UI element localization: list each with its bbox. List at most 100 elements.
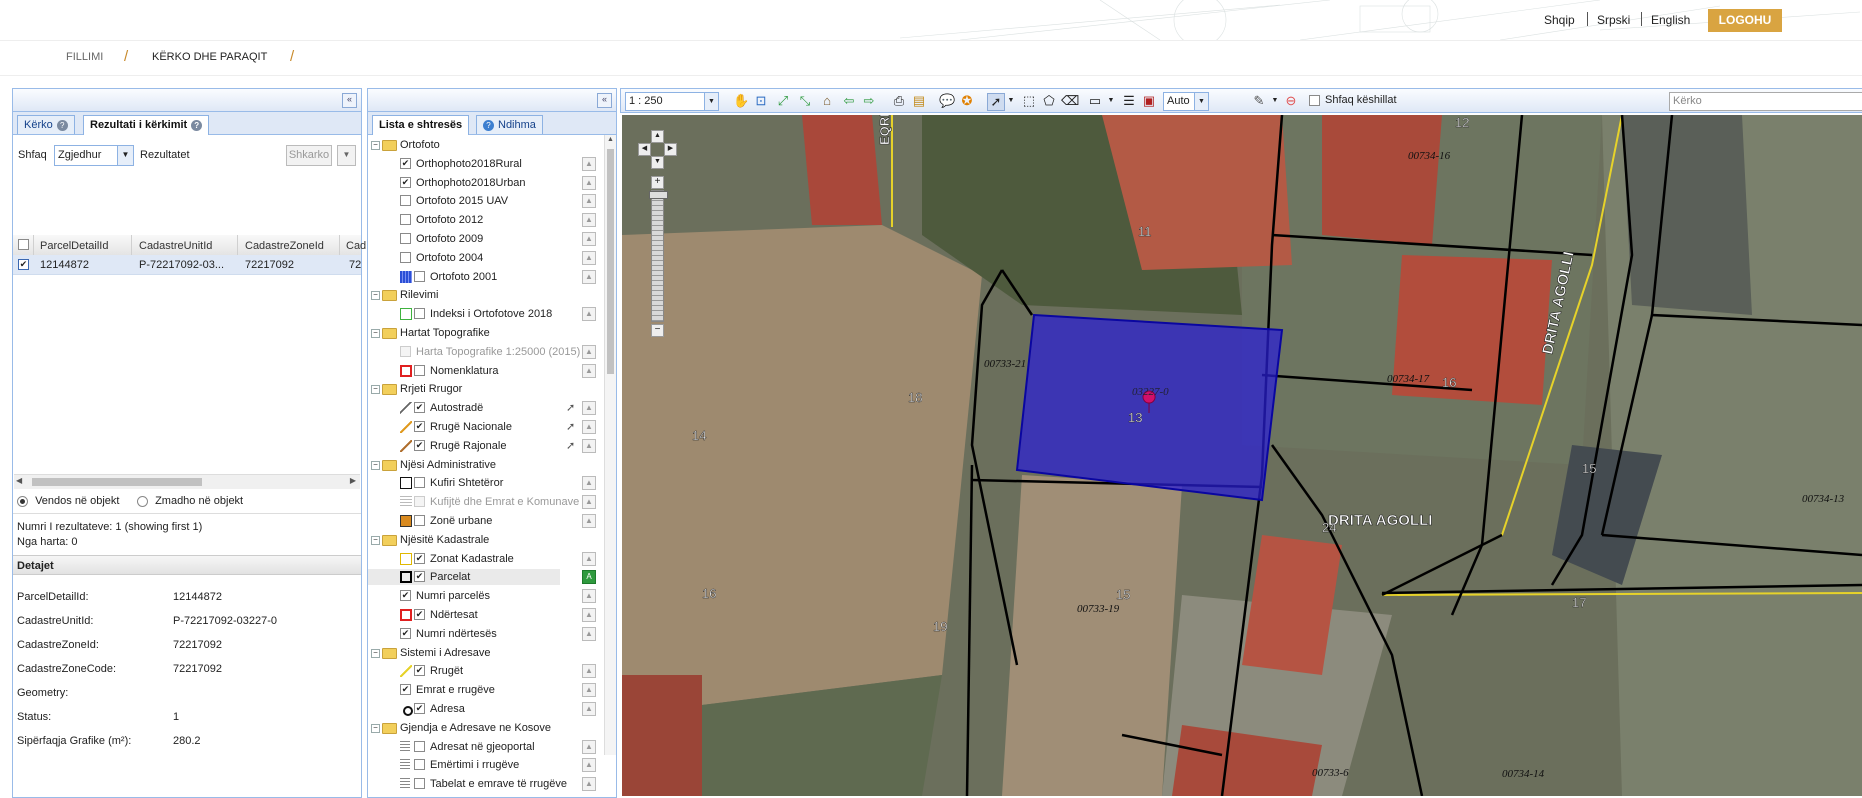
vertical-scrollbar[interactable]: ▲ [604,135,616,755]
tab-help[interactable]: ? Ndihma [476,115,543,134]
layer-transparency-button[interactable]: ▲ [582,626,596,641]
show-tips-checkbox[interactable] [1309,95,1320,106]
collapse-toggle-icon[interactable]: − [371,385,380,395]
layer-checkbox[interactable] [414,402,425,414]
export-icon[interactable]: ▤ [911,93,927,109]
breadcrumb-home[interactable]: FILLIMI [66,51,103,63]
collapse-layers-button[interactable]: « [597,93,612,108]
lang-shqip[interactable]: Shqip [1544,13,1575,27]
chevron-down-icon[interactable]: ▼ [1103,93,1119,109]
forward-arrow-icon[interactable]: ⇨ [861,93,877,109]
print-icon[interactable]: ⎙ [891,93,907,109]
layer-transparency-button[interactable]: ▲ [582,175,596,190]
zoom-box-icon[interactable]: ⊡ [753,93,769,109]
pan-hand-icon[interactable]: ✋ [733,93,749,109]
pen-icon[interactable]: ✎ [1251,93,1267,109]
map-svg[interactable]: EQREM DRITA AGOLLI DRITA AGOLLI 00733-21… [622,115,1862,796]
layer-transparency-button[interactable]: ▲ [582,401,596,416]
layer-checkbox[interactable] [414,364,425,376]
scroll-right-icon[interactable]: ▶ [350,476,356,485]
layer-item[interactable]: Ndërtesat ▲ [368,607,596,623]
layer-item[interactable]: Rrugët ▲ [368,663,596,679]
layer-transparency-button[interactable]: ▲ [582,777,596,792]
collapse-toggle-icon[interactable]: − [371,648,380,658]
layer-checkbox[interactable] [414,609,425,620]
layer-item[interactable]: Ortofoto 2009 ▲ [368,231,596,247]
column-header[interactable]: ParcelDetailId [40,240,108,252]
layer-item[interactable]: Zonë urbane ▲ [368,513,596,529]
layer-item[interactable]: Ortofoto 2015 UAV ▲ [368,193,596,209]
scrollbar-thumb[interactable] [32,478,202,486]
collapse-toggle-icon[interactable]: − [371,460,380,470]
home-icon[interactable]: ⌂ [819,93,835,109]
select-polygon-icon[interactable]: ⬠ [1041,93,1057,109]
logout-button[interactable]: LOGOHU [1708,9,1782,32]
collapse-left-button[interactable]: « [342,93,357,108]
layer-group[interactable]: − Njësitë Kadastrale [368,532,560,548]
layer-transparency-button[interactable]: ▲ [582,213,596,228]
scale-select[interactable]: 1 : 250 ▼ [625,92,719,111]
collapse-toggle-icon[interactable]: − [371,723,380,733]
layer-item[interactable]: Ortofoto 2004 ▲ [368,250,596,266]
layer-transparency-button[interactable]: ▲ [582,739,596,754]
layer-checkbox[interactable] [414,496,425,508]
layer-transparency-button[interactable]: ▲ [582,156,596,171]
layer-item[interactable]: Orthophoto2018Rural ▲ [368,156,596,172]
layer-item[interactable]: Nomenklatura ▲ [368,363,596,379]
search-input[interactable]: Kërko [1669,92,1862,111]
layer-checkbox[interactable] [400,157,411,169]
layer-transparency-button[interactable]: ▲ [582,269,596,284]
layer-item[interactable]: Numri ndërtesës ▲ [368,626,596,642]
zoom-extent-icon[interactable]: ⤢ [775,93,791,109]
layer-item[interactable]: Orthophoto2018Urban ▲ [368,175,596,191]
layer-checkbox[interactable] [400,590,411,602]
pan-up-button[interactable]: ▲ [651,130,664,143]
layer-group[interactable]: − Sistemi i Adresave [368,645,560,661]
layer-transparency-button[interactable]: A [582,570,596,585]
radio-button[interactable] [137,495,148,507]
layer-checkbox[interactable] [414,740,425,752]
scrollbar-thumb[interactable] [607,149,614,374]
collapse-toggle-icon[interactable]: − [371,291,380,301]
layer-item[interactable]: Tabelat e emrave të rrugëve ▲ [368,776,596,792]
layer-transparency-button[interactable]: ▲ [582,250,596,265]
layer-item[interactable]: Zonat Kadastrale ▲ [368,551,596,567]
column-header[interactable]: Cad [346,240,366,252]
stop-icon[interactable]: ⊖ [1283,93,1299,109]
tab-search[interactable]: Kërko? [17,115,75,134]
select-box-icon[interactable]: ⬚ [1021,93,1037,109]
layer-checkbox[interactable] [414,439,425,451]
pan-down-button[interactable]: ▼ [651,156,664,169]
column-header[interactable]: CadastreUnitId [139,240,212,252]
scroll-up-icon[interactable]: ▲ [607,136,614,143]
layer-transparency-button[interactable]: ▲ [582,514,596,528]
layer-item[interactable]: Autostradë ➚ ▲ [368,400,596,416]
collapse-toggle-icon[interactable]: − [371,535,380,545]
row-checkbox[interactable] [18,259,29,270]
lang-english[interactable]: English [1651,13,1690,27]
layer-transparency-button[interactable]: ▲ [582,438,596,453]
layer-item[interactable]: Numri parcelës ▲ [368,588,596,604]
radio-zoom-object[interactable]: Zmadho në objekt [137,495,243,507]
layer-transparency-button[interactable]: ▲ [582,589,596,604]
layer-transparency-button[interactable]: ▲ [582,476,596,491]
layer-transparency-button[interactable]: ▲ [582,344,596,359]
layer-item[interactable]: Rrugë Nacionale ➚ ▲ [368,419,596,435]
layer-transparency-button[interactable]: ▲ [582,608,596,622]
radio-fit-object[interactable]: Vendos në objekt [17,495,119,507]
layer-item[interactable]: Indeksi i Ortofotove 2018 ▲ [368,306,596,322]
measure-icon[interactable]: ▭ [1087,93,1103,109]
layer-checkbox[interactable] [400,251,411,263]
tab-layer-list[interactable]: Lista e shtresës [372,115,470,135]
layer-checkbox[interactable] [414,778,425,790]
layer-checkbox[interactable] [400,214,411,226]
layer-transparency-button[interactable]: ▲ [582,551,596,566]
layer-group[interactable]: − Njësi Administrative [368,457,560,473]
layer-item[interactable]: Adresa ▲ [368,701,596,717]
pan-right-button[interactable]: ▶ [664,143,677,156]
layer-item[interactable]: Kufiri Shtetëror ▲ [368,475,596,491]
layer-checkbox[interactable] [400,684,411,696]
show-select[interactable]: Zgjedhur ▼ [54,145,134,166]
tab-results[interactable]: Rezultati i kërkimit? [83,115,210,135]
scroll-left-icon[interactable]: ◀ [16,476,22,485]
